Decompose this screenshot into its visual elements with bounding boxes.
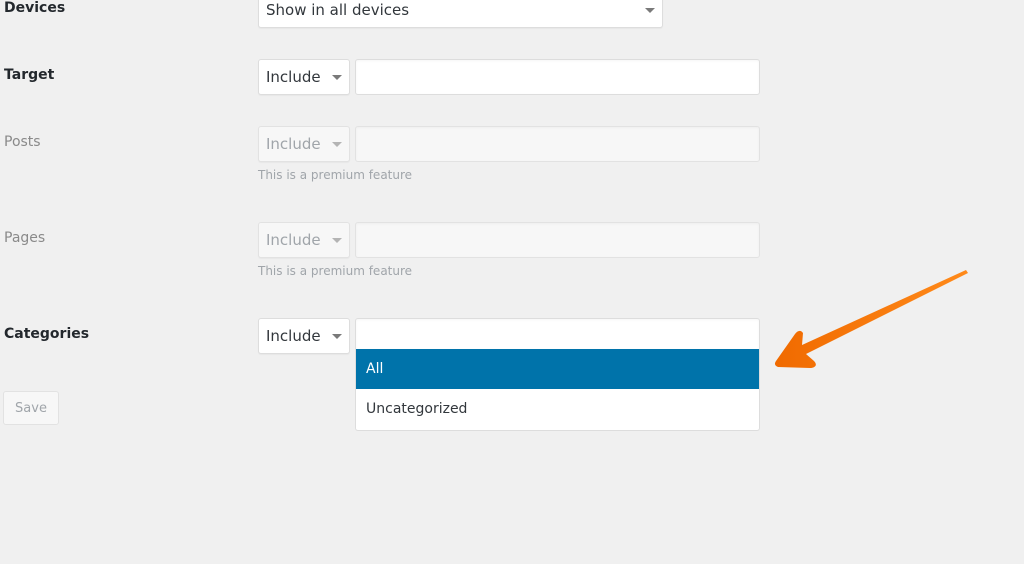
pages-mode-value: Include: [266, 231, 321, 249]
posts-mode-value: Include: [266, 135, 321, 153]
chevron-down-icon: [332, 75, 342, 80]
target-input[interactable]: [355, 59, 760, 95]
dropdown-option-uncategorized[interactable]: Uncategorized: [356, 389, 759, 429]
settings-form: Devices Show in all devices Target Inclu…: [0, 0, 1024, 564]
annotation-arrow-shape: [774, 270, 968, 368]
posts-label: Posts: [4, 134, 41, 150]
posts-mode-select: Include: [258, 126, 350, 162]
target-label: Target: [4, 67, 55, 83]
devices-label: Devices: [4, 0, 66, 16]
categories-label: Categories: [4, 326, 90, 342]
pages-input: [355, 222, 760, 258]
pages-mode-select: Include: [258, 222, 350, 258]
dropdown-option-all[interactable]: All: [356, 349, 759, 389]
chevron-down-icon: [645, 8, 655, 13]
target-mode-select[interactable]: Include: [258, 59, 350, 95]
posts-input: [355, 126, 760, 162]
devices-select[interactable]: Show in all devices: [258, 0, 663, 28]
categories-search-input[interactable]: [355, 318, 760, 350]
save-button[interactable]: Save: [3, 391, 59, 425]
pages-premium-hint: This is a premium feature: [258, 264, 413, 278]
pages-label: Pages: [4, 230, 46, 246]
target-mode-value: Include: [266, 68, 321, 86]
chevron-down-icon: [332, 238, 342, 243]
chevron-down-icon: [332, 142, 342, 147]
devices-select-value: Show in all devices: [266, 1, 410, 19]
posts-premium-hint: This is a premium feature: [258, 168, 413, 182]
categories-dropdown: All Uncategorized: [355, 349, 760, 431]
categories-mode-select[interactable]: Include: [258, 318, 350, 354]
categories-mode-value: Include: [266, 327, 321, 345]
chevron-down-icon: [332, 334, 342, 339]
